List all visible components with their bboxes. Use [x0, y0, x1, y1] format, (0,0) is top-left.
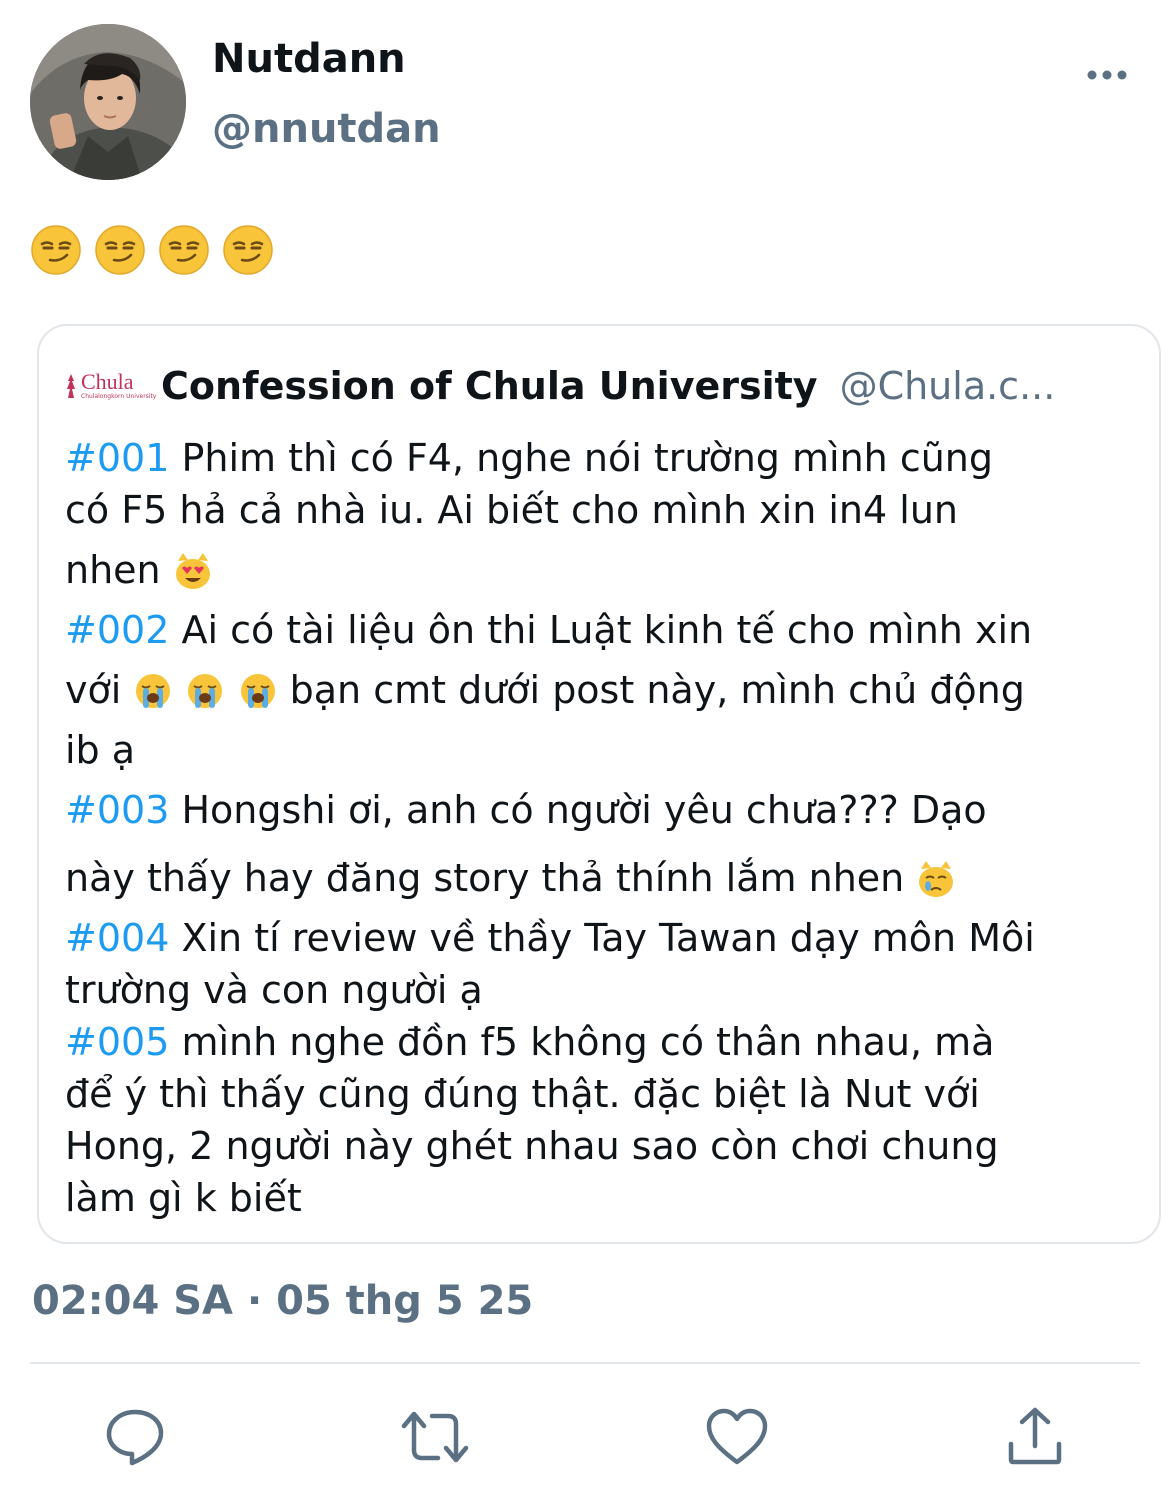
loudly-crying-emoji-icon	[136, 674, 171, 708]
post-002-text: Ai có tài liệu ôn thi Luật kinh tế cho m…	[169, 608, 1033, 652]
share-icon	[1008, 1407, 1062, 1465]
post-001-line: #001 Phim thì có F4, nghe nói trường mìn…	[65, 432, 1135, 484]
user-handle[interactable]: @nnutdan	[212, 106, 441, 152]
post-003-line: #003 Hongshi ơi, anh có người yêu chưa??…	[65, 776, 1135, 844]
post-001-text: có F5 hả cả nhà iu. Ai biết cho mình xin…	[65, 488, 958, 532]
post-001-text: nhen	[65, 548, 173, 592]
smirk-emoji-icon	[95, 225, 145, 275]
quoted-user-handle: @Chula.c...	[839, 364, 1056, 408]
display-name[interactable]: Nutdann	[212, 36, 406, 82]
post-005-text: để ý thì thấy cũng đúng thật. đặc biệt l…	[65, 1072, 980, 1116]
loudly-crying-emoji-icon	[240, 674, 275, 708]
tweet-detail: Nutdann @nnutdan Chula Chulalongkorn Uni…	[0, 0, 1170, 1488]
retweet-icon	[401, 1411, 469, 1463]
post-002-line: #002 Ai có tài liệu ôn thi Luật kinh tế …	[65, 604, 1135, 656]
tweet-text	[30, 224, 274, 276]
reply-button[interactable]	[102, 1404, 168, 1470]
chula-crest-icon	[67, 374, 75, 398]
quoted-display-name: Confession of Chula University	[161, 364, 818, 408]
post-003-line: này thấy hay đăng story thả thính lắm nh…	[65, 844, 1135, 912]
post-005-text: Hong, 2 người này ghét nhau sao còn chơi…	[65, 1124, 999, 1168]
reply-icon	[106, 1409, 164, 1466]
chula-logo-text: Chula	[81, 369, 134, 394]
post-005-text: làm gì k biết	[65, 1176, 302, 1220]
like-icon	[706, 1408, 768, 1465]
quoted-tweet-card[interactable]: Chula Chulalongkorn University Confessio…	[37, 324, 1161, 1244]
heart-eyes-cat-emoji-icon	[175, 553, 210, 589]
smirk-emoji-icon	[159, 225, 209, 275]
post-004-text: trường và con người ạ	[65, 968, 483, 1012]
tweet-timestamp[interactable]: 02:04 SA · 05 thg 5 25	[32, 1278, 533, 1324]
post-002-text: bạn cmt dưới post này, mình chủ động	[277, 668, 1025, 712]
crying-cat-emoji-icon	[919, 861, 954, 897]
post-003-text: này thấy hay đăng story thả thính lắm nh…	[65, 856, 917, 900]
smirk-emoji-icon	[31, 225, 81, 275]
retweet-button[interactable]	[400, 1404, 469, 1470]
post-001-line: nhen	[65, 536, 1135, 604]
share-button[interactable]	[1002, 1404, 1068, 1470]
post-003-text: Hongshi ơi, anh có người yêu chưa??? Dạo	[169, 788, 987, 832]
chula-logo[interactable]: Chula Chulalongkorn University	[63, 369, 156, 403]
post-001-text: Phim thì có F4, nghe nói trường mình cũn…	[169, 436, 993, 480]
hashtag-005[interactable]: #005	[65, 1020, 169, 1064]
post-005-text: mình nghe đồn f5 không có thân nhau, mà	[169, 1020, 995, 1064]
post-002-line: với bạn cmt dưới post này, mình chủ động	[65, 656, 1135, 724]
smirk-emoji-icon	[223, 225, 273, 275]
quoted-tweet-text: #001 Phim thì có F4, nghe nói trường mìn…	[65, 432, 1135, 1224]
quoted-tweet-header: Chula Chulalongkorn University Confessio…	[63, 364, 1135, 408]
divider	[30, 1362, 1140, 1364]
hashtag-002[interactable]: #002	[65, 608, 169, 652]
post-004-text: Xin tí review về thầy Tay Tawan dạy môn …	[169, 916, 1035, 960]
post-004-line: #004 Xin tí review về thầy Tay Tawan dạy…	[65, 912, 1135, 964]
post-005-line: #005 mình nghe đồn f5 không có thân nhau…	[65, 1016, 1135, 1068]
post-002-text: với	[65, 668, 134, 712]
hashtag-001[interactable]: #001	[65, 436, 169, 480]
post-002-text: ib ạ	[65, 728, 136, 772]
like-button[interactable]	[704, 1404, 770, 1470]
hashtag-004[interactable]: #004	[65, 916, 169, 960]
hashtag-003[interactable]: #003	[65, 788, 169, 832]
avatar[interactable]	[30, 24, 186, 180]
more-options-icon[interactable]	[1082, 60, 1132, 90]
loudly-crying-emoji-icon	[188, 674, 223, 708]
